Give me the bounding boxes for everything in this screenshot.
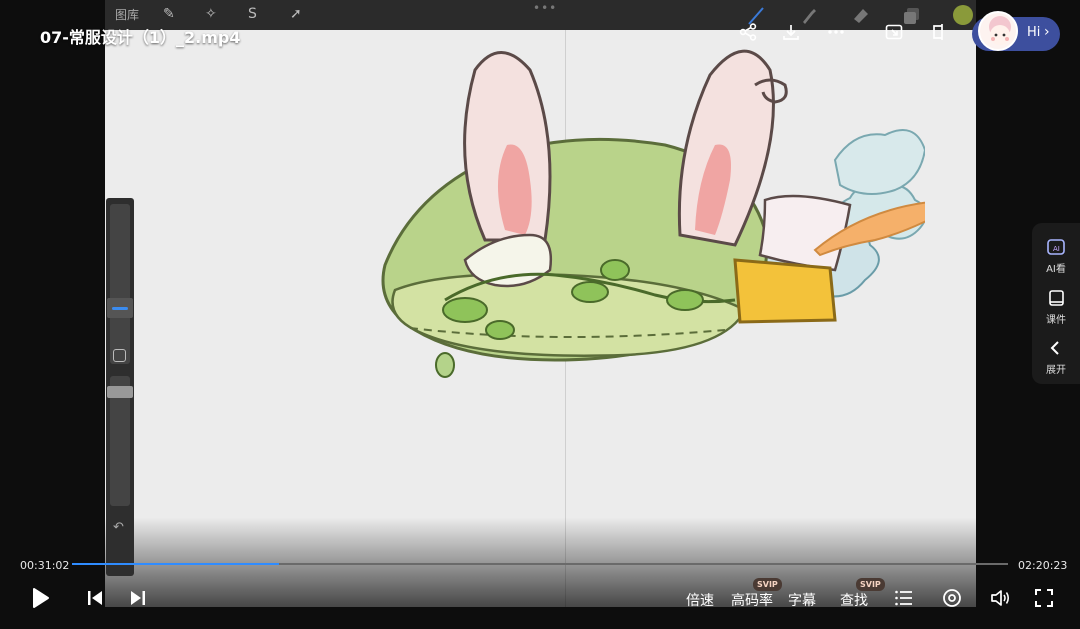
chevron-right-icon: › <box>1044 24 1050 40</box>
search-button[interactable]: 查找 <box>840 590 868 610</box>
ai-watch-label: AI看 <box>1046 264 1066 275</box>
play-icon[interactable] <box>28 586 52 610</box>
svg-text:AI: AI <box>1053 245 1060 253</box>
grabber-dots-icon: ••• <box>533 1 558 15</box>
magic-wand-icon: ✧ <box>205 6 217 22</box>
ai-watch-button[interactable]: AI AI看 <box>1032 237 1080 275</box>
picture-in-picture-icon[interactable] <box>883 21 905 43</box>
selection-icon: S <box>248 6 257 22</box>
speed-button[interactable]: 倍速 <box>686 590 714 610</box>
right-side-panel: AI AI看 课件 展开 <box>1032 223 1080 384</box>
download-icon[interactable] <box>780 21 802 43</box>
wrench-icon: ✎ <box>163 6 175 22</box>
assistant-avatar <box>978 11 1018 51</box>
courseware-label: 课件 <box>1046 315 1066 326</box>
fullscreen-icon[interactable] <box>1033 586 1055 610</box>
canvas-side-toolbar: ↶ <box>106 198 134 576</box>
gallery-label: 图库 <box>115 8 140 22</box>
total-time: 02:20:23 <box>1018 559 1068 572</box>
progress-fill <box>72 563 279 565</box>
previous-icon[interactable] <box>84 586 106 610</box>
undo-icon[interactable]: ↶ <box>113 520 124 535</box>
color-swatch-icon <box>953 5 973 25</box>
expand-button[interactable]: 展开 <box>1032 338 1080 376</box>
expand-label: 展开 <box>1046 365 1066 376</box>
courseware-icon <box>1049 290 1064 306</box>
modify-square-icon[interactable] <box>113 349 126 362</box>
progress-bar[interactable] <box>72 563 1008 565</box>
brush-size-slider[interactable] <box>110 204 130 364</box>
chevron-left-icon <box>1050 341 1059 355</box>
brush-size-handle[interactable] <box>107 298 133 318</box>
playlist-icon[interactable] <box>893 586 915 610</box>
courseware-button[interactable]: 课件 <box>1032 288 1080 326</box>
more-icon[interactable] <box>825 21 847 43</box>
settings-icon[interactable] <box>941 586 963 610</box>
transform-arrow-icon: ➚ <box>290 6 302 22</box>
window-icon[interactable] <box>928 21 950 43</box>
quality-button[interactable]: 高码率 <box>731 590 773 610</box>
current-time: 00:31:02 <box>20 559 70 572</box>
ai-video-icon: AI <box>1047 239 1065 255</box>
assistant-label: Hi <box>1027 25 1041 40</box>
volume-icon[interactable] <box>988 586 1012 610</box>
next-icon[interactable] <box>127 586 149 610</box>
video-frame[interactable]: 图库 ✎ ✧ S ➚ ••• <box>105 0 976 607</box>
assistant-button[interactable]: Hi › <box>972 11 1060 51</box>
eraser-icon <box>854 9 868 23</box>
bunny-pillow-illustration <box>381 49 925 378</box>
share-icon[interactable] <box>737 21 759 43</box>
subtitle-button[interactable]: 字幕 <box>788 590 816 610</box>
video-title: 07-常服设计（1）_2.mp4 <box>40 28 241 47</box>
opacity-handle[interactable] <box>107 386 133 398</box>
